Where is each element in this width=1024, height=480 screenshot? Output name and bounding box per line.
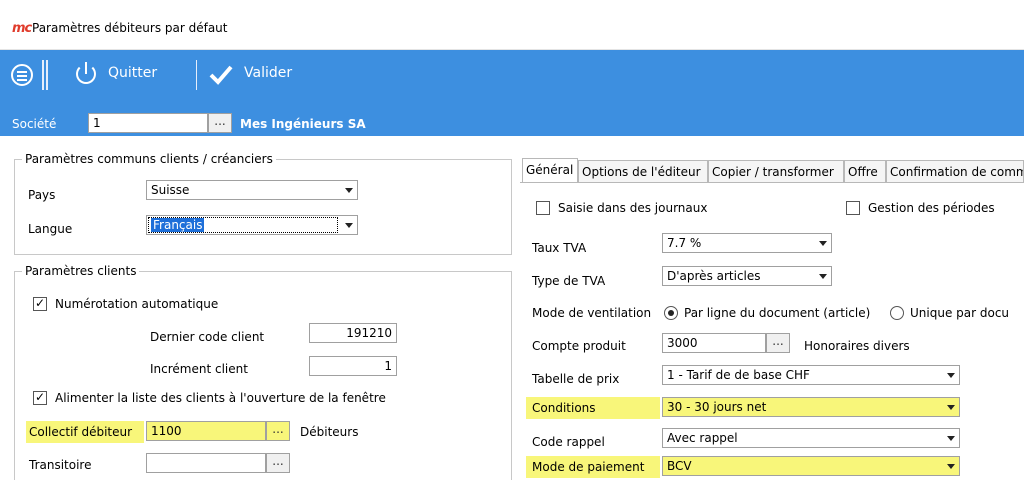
alimenter-label: Alimenter la liste des clients à l'ouver… — [55, 391, 386, 405]
compte-produit-label: Compte produit — [532, 339, 626, 353]
chevron-down-icon — [345, 188, 353, 193]
societe-browse-button[interactable]: ... — [208, 113, 232, 133]
tab-general[interactable]: Général — [522, 158, 578, 182]
app-logo: mc — [12, 21, 32, 36]
tab-copier-transformer[interactable]: Copier / transformer — [708, 160, 844, 182]
type-tva-value: D'après articles — [667, 269, 761, 283]
quit-label: Quitter — [108, 65, 158, 81]
tabelle-prix-value: 1 - Tarif de de base CHF — [667, 368, 810, 382]
societe-name: Mes Ingénieurs SA — [240, 117, 366, 131]
checkmark-icon — [209, 65, 233, 85]
transitoire-browse-button[interactable]: ... — [266, 453, 290, 473]
langue-value: Français — [151, 218, 205, 232]
gestion-periodes-label: Gestion des périodes — [868, 201, 995, 215]
code-rappel-label: Code rappel — [532, 435, 605, 449]
transitoire-input[interactable] — [146, 453, 266, 473]
tabelle-prix-select[interactable]: 1 - Tarif de de base CHF — [662, 365, 960, 385]
collectif-label: Collectif débiteur — [29, 425, 133, 439]
auto-num-checkbox[interactable]: ✓ — [33, 297, 47, 311]
alimenter-checkbox[interactable]: ✓ — [33, 391, 47, 405]
mode-ventilation-radio-ligne[interactable] — [664, 306, 678, 320]
code-rappel-select[interactable]: Avec rappel — [662, 428, 960, 448]
societe-input[interactable]: 1 — [88, 113, 208, 133]
chevron-down-icon — [947, 464, 955, 469]
collectif-browse-button[interactable]: ... — [266, 421, 290, 441]
societe-label: Société — [12, 117, 57, 131]
increment-input[interactable]: 1 — [309, 356, 397, 376]
transitoire-label: Transitoire — [29, 458, 92, 472]
chevron-down-icon — [345, 223, 353, 228]
dernier-code-input[interactable]: 191210 — [309, 323, 397, 343]
langue-label: Langue — [28, 222, 73, 236]
pays-label: Pays — [28, 188, 56, 202]
taux-tva-label: Taux TVA — [532, 241, 587, 255]
conditions-select[interactable]: 30 - 30 jours net — [662, 397, 960, 417]
type-tva-select[interactable]: D'après articles — [662, 266, 832, 286]
tabelle-prix-label: Tabelle de prix — [532, 372, 620, 386]
conditions-value: 30 - 30 jours net — [667, 400, 767, 414]
collectif-name: Débiteurs — [300, 425, 359, 439]
chevron-down-icon — [947, 405, 955, 410]
tab-offre[interactable]: Offre — [844, 160, 886, 182]
common-params-group — [14, 159, 512, 255]
toolbar-separator — [42, 60, 44, 90]
validate-button[interactable]: Valider — [204, 60, 314, 90]
toolbar-separator — [196, 60, 197, 90]
chevron-down-icon — [819, 274, 827, 279]
pays-value: Suisse — [151, 183, 190, 197]
increment-label: Incrément client — [150, 362, 248, 376]
code-rappel-value: Avec rappel — [667, 431, 738, 445]
type-tva-label: Type de TVA — [532, 274, 606, 288]
mode-paiement-label: Mode de paiement — [532, 460, 645, 474]
title-bar: mc Paramètres débiteurs par défaut — [0, 0, 1024, 50]
gestion-periodes-checkbox[interactable] — [846, 201, 860, 215]
saisie-journaux-label: Saisie dans des journaux — [558, 201, 708, 215]
dernier-code-label: Dernier code client — [150, 330, 265, 344]
compte-produit-input[interactable]: 3000 — [662, 333, 766, 353]
taux-tva-select[interactable]: 7.7 % — [662, 233, 832, 253]
compte-produit-browse-button[interactable]: ... — [766, 333, 790, 353]
validate-label: Valider — [244, 65, 293, 81]
mode-paiement-select[interactable]: BCV — [662, 456, 960, 476]
tab-options-editeur[interactable]: Options de l'éditeur — [578, 160, 708, 182]
window-title: Paramètres débiteurs par défaut — [32, 21, 228, 35]
langue-select[interactable]: Français — [146, 215, 358, 235]
mode-ventilation-opt2-label: Unique par docu — [910, 306, 1010, 320]
chevron-down-icon — [819, 241, 827, 246]
mode-ventilation-radio-unique[interactable] — [890, 306, 904, 320]
tab-confirmation[interactable]: Confirmation de comm — [886, 160, 1024, 182]
toolbar-separator — [46, 60, 48, 90]
pays-select[interactable]: Suisse — [146, 180, 358, 200]
menu-icon[interactable] — [11, 64, 33, 86]
quit-button[interactable]: Quitter — [70, 60, 180, 90]
auto-num-label: Numérotation automatique — [55, 297, 219, 311]
mode-paiement-value: BCV — [667, 459, 692, 473]
mode-ventilation-opt1-label: Par ligne du document (article) — [684, 306, 871, 320]
conditions-label: Conditions — [532, 401, 596, 415]
collectif-input[interactable]: 1100 — [146, 421, 266, 441]
common-params-legend: Paramètres communs clients / créanciers — [22, 152, 276, 166]
taux-tva-value: 7.7 % — [667, 236, 702, 250]
saisie-journaux-checkbox[interactable] — [536, 201, 550, 215]
chevron-down-icon — [947, 436, 955, 441]
clients-params-legend: Paramètres clients — [22, 264, 140, 278]
chevron-down-icon — [947, 373, 955, 378]
tab-strip-line — [520, 182, 1024, 183]
compte-produit-name: Honoraires divers — [804, 339, 910, 353]
mode-ventilation-label: Mode de ventilation — [532, 306, 652, 320]
